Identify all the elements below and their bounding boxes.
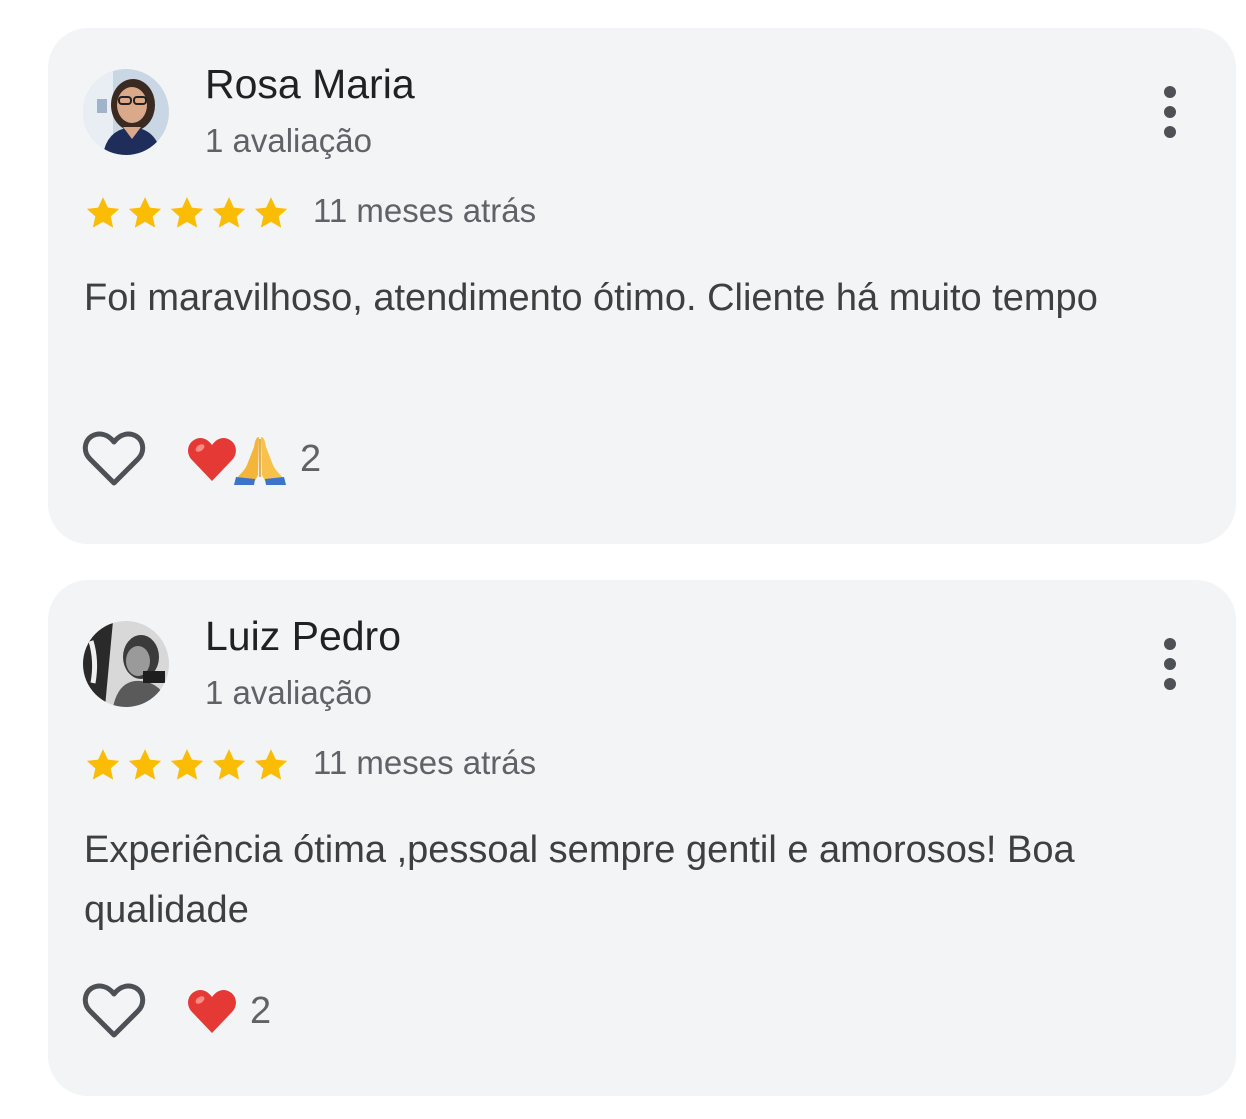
review-date: 11 meses atrás <box>313 744 537 781</box>
more-options-button[interactable] <box>1150 84 1190 140</box>
reviewer-name[interactable]: Luiz Pedro <box>205 613 401 660</box>
heart-emoji-icon <box>188 989 236 1033</box>
praying-hands-emoji-icon <box>234 437 286 485</box>
more-options-button[interactable] <box>1150 636 1190 692</box>
reviewer-review-count: 1 avaliação <box>205 122 372 159</box>
avatar[interactable] <box>83 621 169 707</box>
heart-outline-icon <box>82 983 146 1038</box>
star-icon <box>128 749 162 780</box>
reactions-summary[interactable]: 2 <box>186 980 271 1042</box>
reviewer-name[interactable]: Rosa Maria <box>205 61 415 108</box>
star-icon <box>170 197 204 228</box>
reaction-count: 2 <box>250 989 272 1032</box>
review-date: 11 meses atrás <box>313 192 537 229</box>
star-icon <box>212 749 246 780</box>
heart-outline-icon <box>82 431 146 486</box>
star-icon <box>86 749 120 780</box>
star-rating <box>83 743 293 787</box>
review-text: Foi maravilhoso, atendimento ótimo. Clie… <box>84 277 1098 319</box>
review-card: Luiz Pedro 1 avaliação 11 meses atrás Ex… <box>48 580 1236 1096</box>
star-icon <box>86 197 120 228</box>
avatar[interactable] <box>83 69 169 155</box>
reactions-summary[interactable]: 2 <box>186 428 321 490</box>
star-icon <box>254 197 288 228</box>
review-card: Rosa Maria 1 avaliação 11 meses atrás Fo… <box>48 28 1236 544</box>
star-icon <box>170 749 204 780</box>
like-button[interactable] <box>82 429 146 489</box>
like-button[interactable] <box>82 981 146 1041</box>
review-text: Experiência ótima ,pessoal sempre gentil… <box>84 829 1075 931</box>
more-options-icon <box>1164 86 1176 98</box>
star-icon <box>254 749 288 780</box>
star-rating <box>83 191 293 235</box>
heart-emoji-icon <box>188 437 236 481</box>
star-icon <box>212 197 246 228</box>
more-options-icon <box>1164 638 1176 650</box>
star-icon <box>128 197 162 228</box>
reviewer-review-count: 1 avaliação <box>205 674 372 711</box>
reaction-count: 2 <box>300 437 322 480</box>
